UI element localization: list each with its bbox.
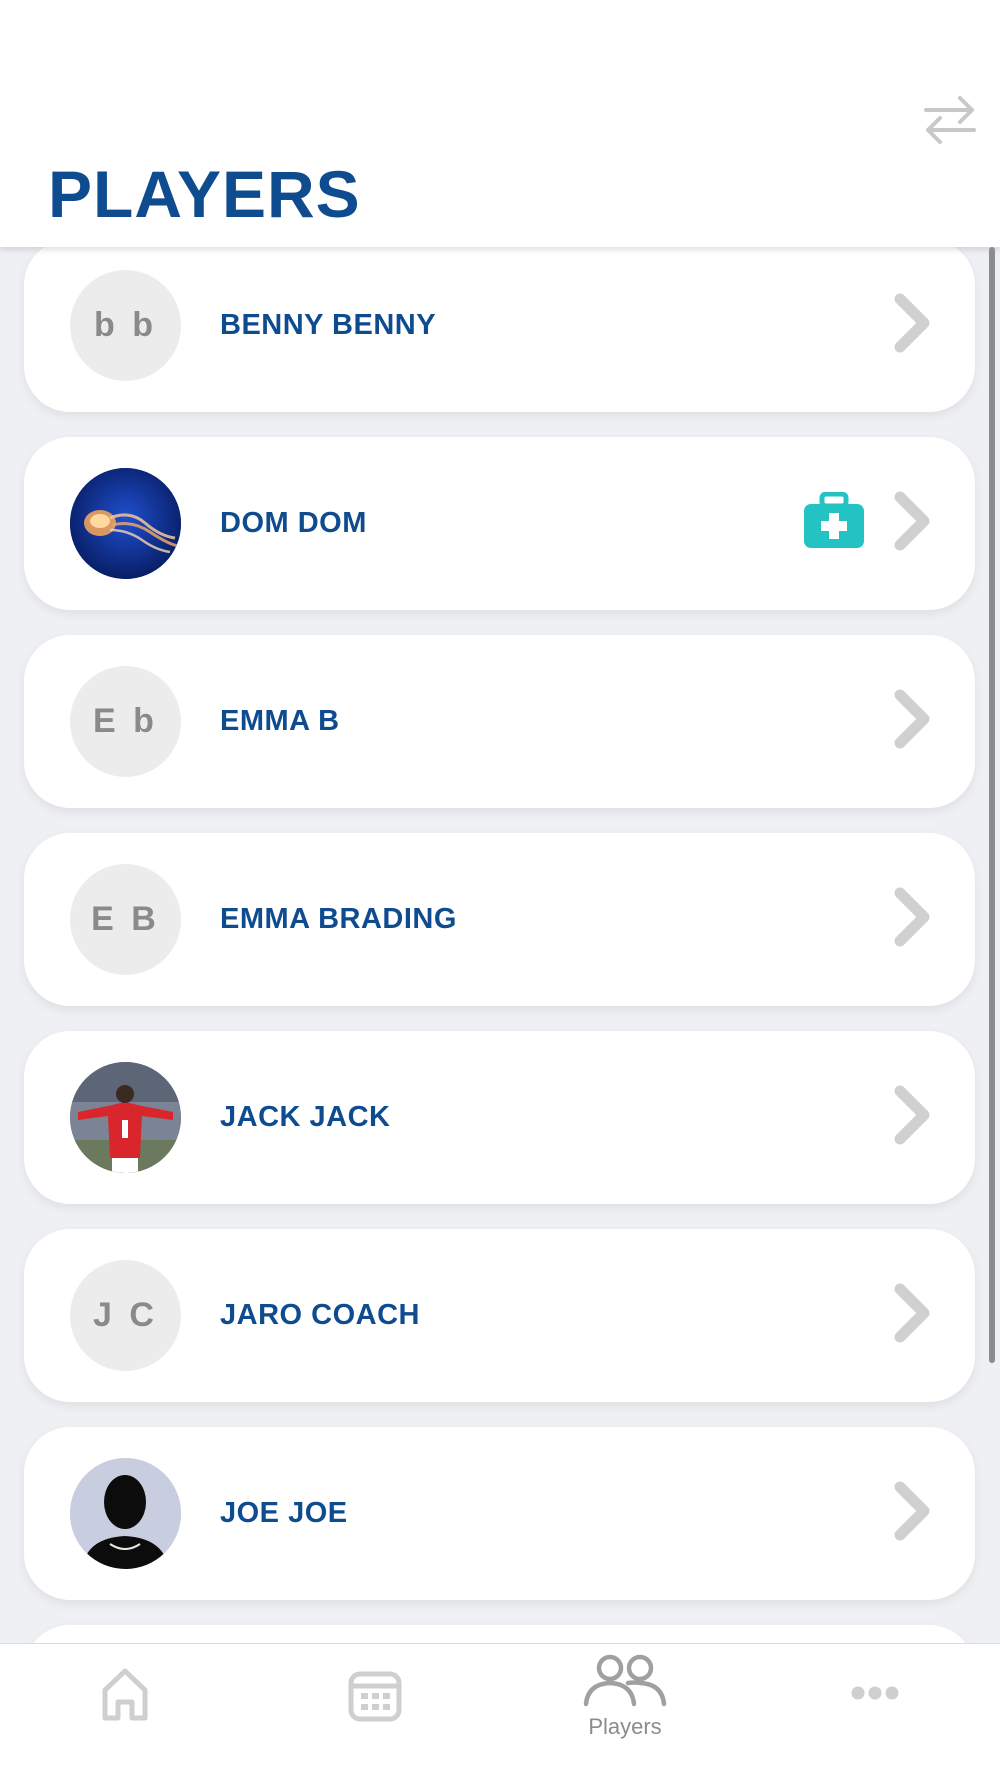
- avatar-initials: E B: [91, 900, 160, 938]
- player-card[interactable]: [24, 1625, 975, 1643]
- chevron-right-icon: [894, 887, 930, 947]
- player-name: BENNY BENNY: [220, 309, 437, 341]
- player-card[interactable]: E B EMMA BRADING: [24, 833, 975, 1006]
- player-name: EMMA BRADING: [220, 903, 457, 935]
- calendar-icon: [348, 1671, 402, 1722]
- player-card[interactable]: b b BENNY BENNY: [24, 247, 975, 412]
- chevron-right-icon: [894, 689, 930, 749]
- avatar: b b: [70, 270, 181, 381]
- football-player-photo: [70, 1062, 181, 1173]
- player-name: EMMA B: [220, 705, 340, 737]
- scrollbar[interactable]: [989, 247, 995, 1363]
- player-card[interactable]: DOM DOM: [24, 437, 975, 610]
- player-name: JACK JACK: [220, 1101, 391, 1133]
- tab-more[interactable]: [750, 1644, 1000, 1779]
- tab-bar: Players: [0, 1643, 1000, 1779]
- avatar-initials: b b: [94, 306, 157, 344]
- player-name: JARO COACH: [220, 1299, 420, 1331]
- player-card[interactable]: JACK JACK: [24, 1031, 975, 1204]
- switch-team-button[interactable]: [915, 88, 985, 152]
- player-card[interactable]: E b EMMA B: [24, 635, 975, 808]
- chevron-right-icon: [894, 491, 930, 551]
- jellyfish-photo: [70, 468, 181, 579]
- avatar-initials: E b: [93, 702, 158, 740]
- avatar: E b: [70, 666, 181, 777]
- avatar: [70, 1062, 181, 1173]
- player-name: JOE JOE: [220, 1497, 348, 1529]
- tab-home[interactable]: [0, 1644, 250, 1779]
- chevron-right-icon: [894, 1283, 930, 1343]
- swap-arrows-icon: [924, 96, 976, 144]
- chevron-right-icon: [894, 1085, 930, 1145]
- silhouette-photo: [70, 1458, 181, 1569]
- tab-players[interactable]: Players: [500, 1644, 750, 1779]
- header: PLAYERS: [0, 0, 1000, 247]
- home-icon: [102, 1668, 148, 1721]
- page-title: PLAYERS: [48, 157, 361, 231]
- more-dots-icon: [851, 1686, 899, 1700]
- avatar: [70, 468, 181, 579]
- medical-kit-icon: [804, 492, 864, 548]
- avatar: E B: [70, 864, 181, 975]
- chevron-right-icon: [894, 293, 930, 353]
- player-card[interactable]: JOE JOE: [24, 1427, 975, 1600]
- players-icon: [583, 1654, 667, 1707]
- avatar-initials: J C: [93, 1296, 158, 1334]
- player-name: DOM DOM: [220, 507, 367, 539]
- players-list: b b BENNY BENNY DOM DOM E b EMMA B E B E…: [0, 247, 1000, 1643]
- chevron-right-icon: [894, 1481, 930, 1541]
- avatar: [70, 1458, 181, 1569]
- tab-calendar[interactable]: [250, 1644, 500, 1779]
- tab-players-label: Players: [588, 1714, 662, 1739]
- player-card[interactable]: J C JARO COACH: [24, 1229, 975, 1402]
- avatar: J C: [70, 1260, 181, 1371]
